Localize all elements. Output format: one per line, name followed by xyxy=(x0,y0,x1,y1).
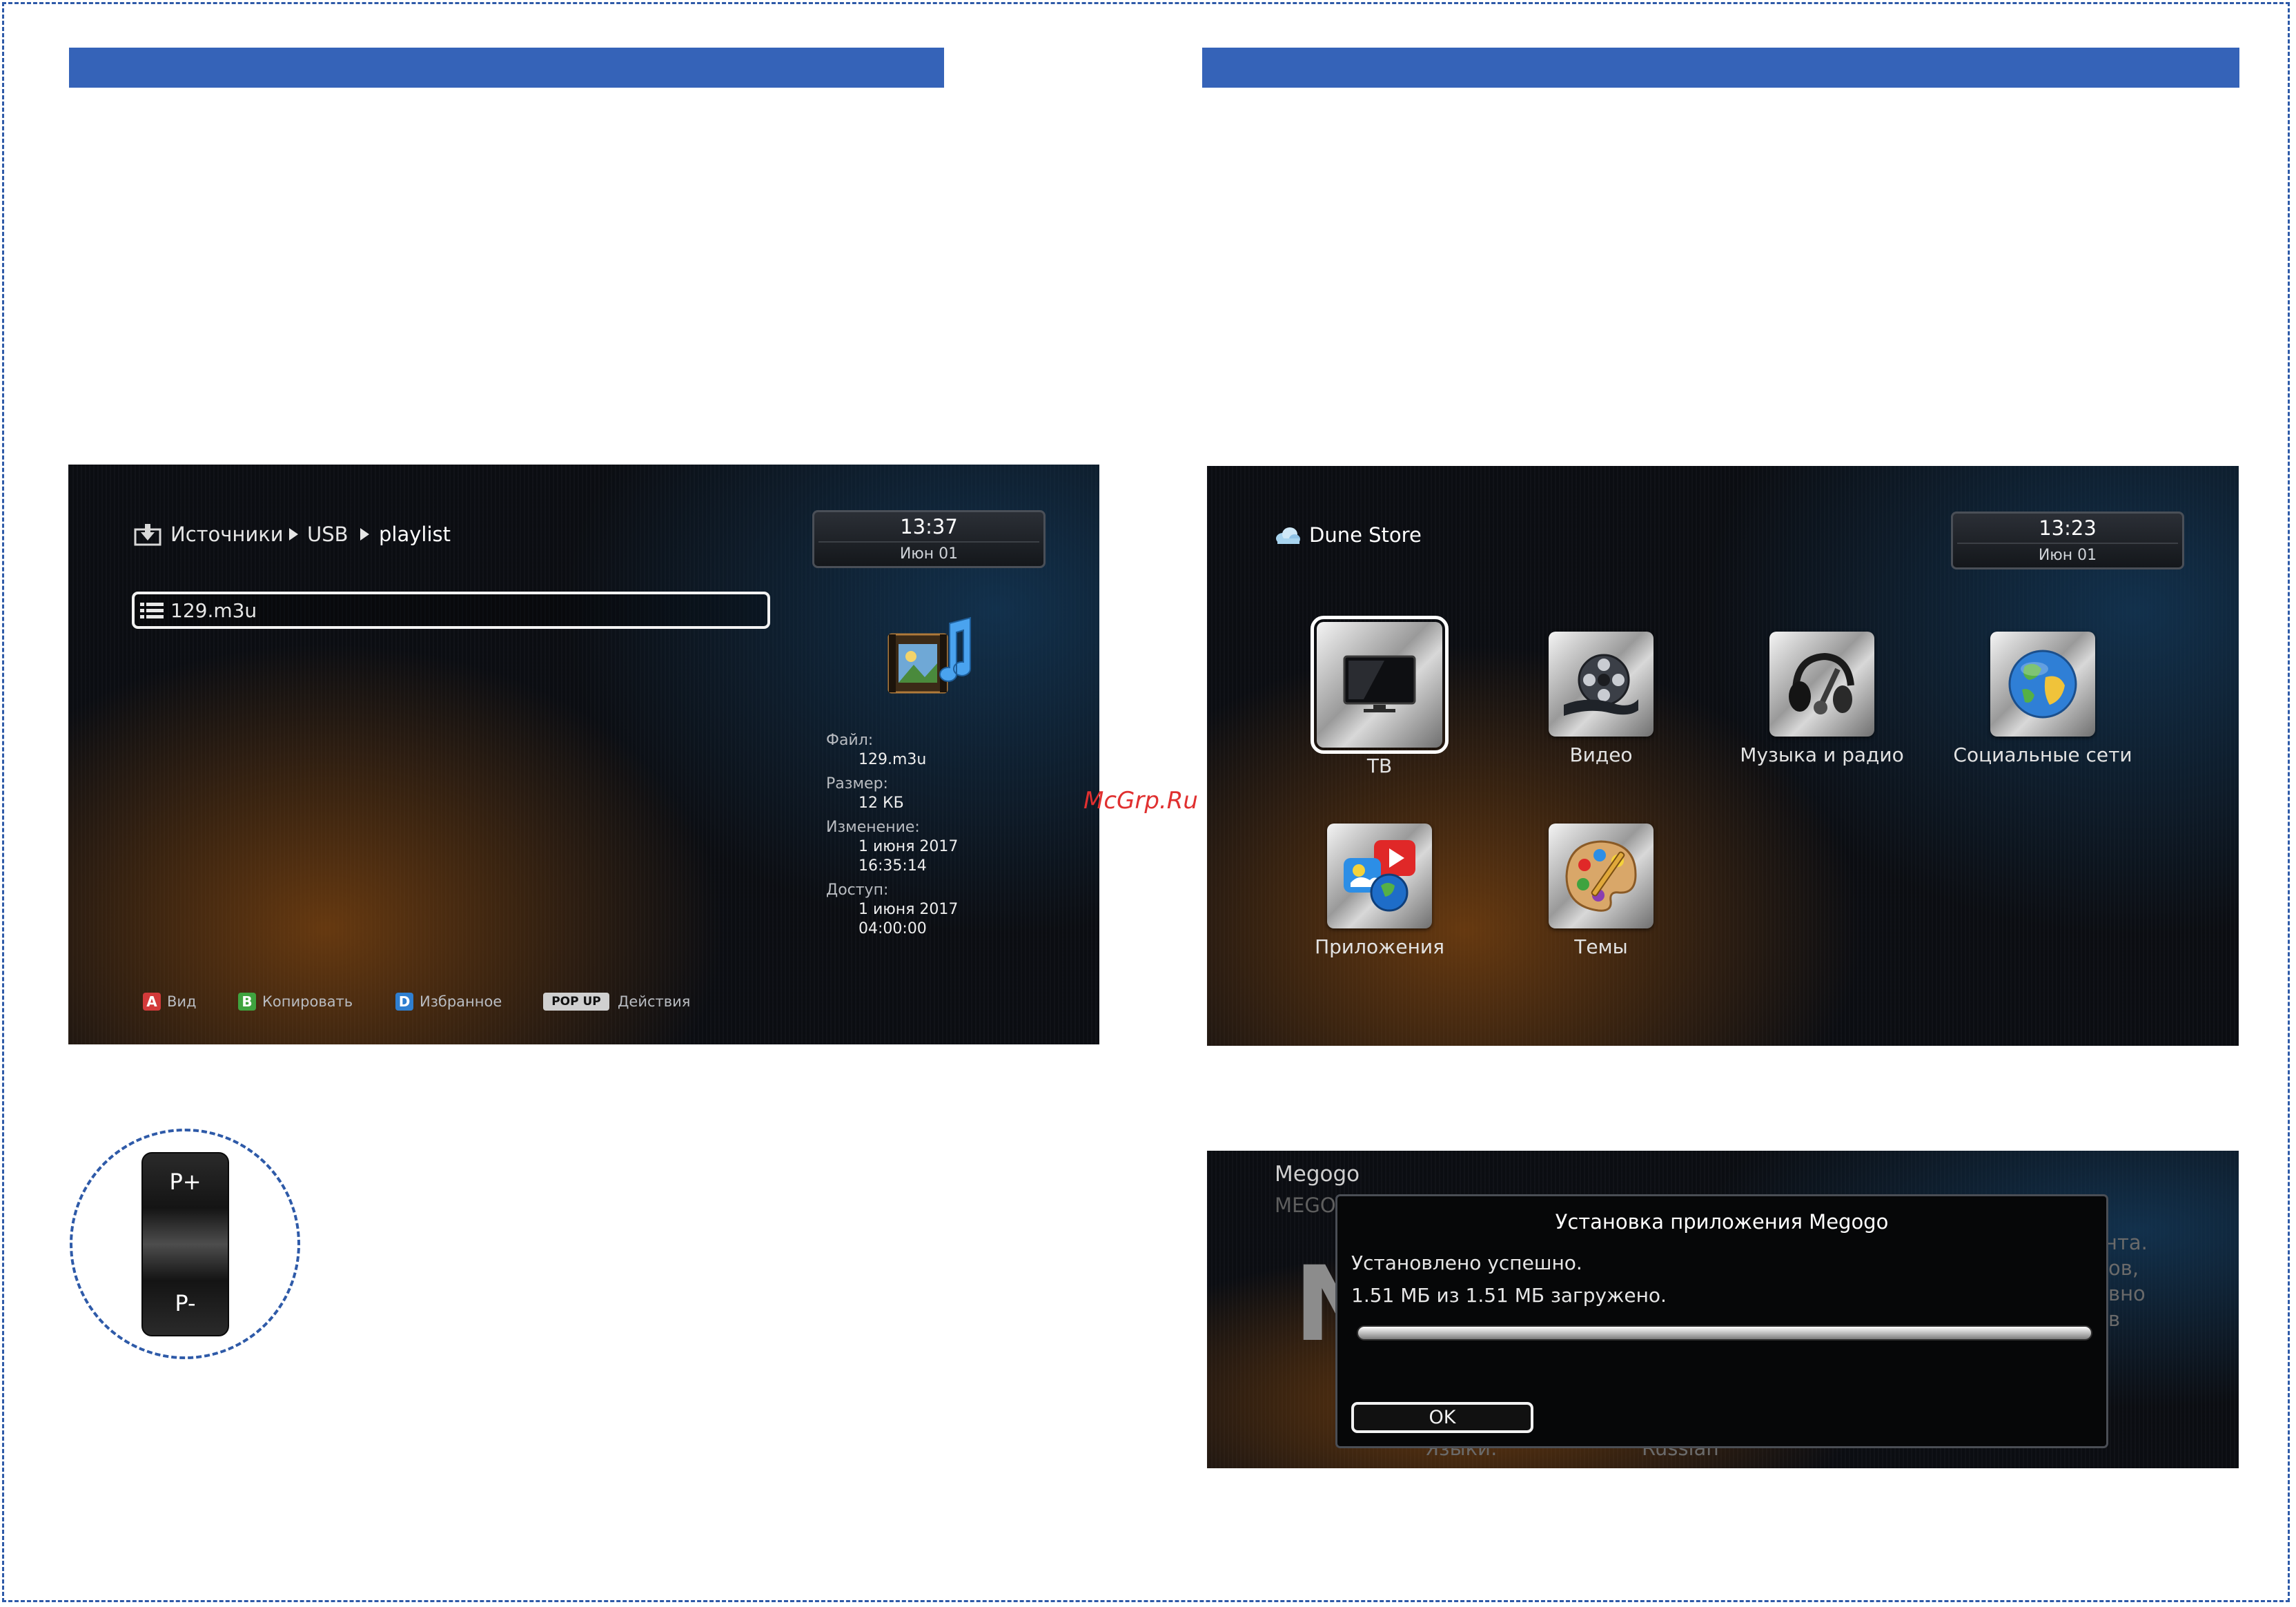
key-b-label[interactable]: Копировать xyxy=(262,993,353,1010)
info-access-time: 04:00:00 xyxy=(858,920,927,937)
key-d-label[interactable]: Избранное xyxy=(420,993,502,1010)
tile-tv[interactable] xyxy=(1311,616,1449,754)
bg-text-fragment: ов, xyxy=(2108,1256,2139,1280)
info-access-date: 1 июня 2017 xyxy=(858,901,959,918)
tile-music-radio-label: Музыка и радио xyxy=(1740,743,1904,766)
file-name: 129.m3u xyxy=(170,599,257,622)
info-modified-date: 1 июня 2017 xyxy=(858,838,959,855)
tile-themes-label: Темы xyxy=(1574,935,1628,958)
dialog-status: Установлено успешно. xyxy=(1351,1251,1582,1274)
key-b-badge: B xyxy=(238,993,256,1011)
headphones-icon xyxy=(1789,652,1854,714)
install-dialog: Установка приложения Megogo Установлено … xyxy=(1335,1194,2108,1448)
dune-store-screen: Dune Store 13:23 Июн 01 ТВ Видео Музыка … xyxy=(1207,466,2239,1046)
tile-tv-label: ТВ xyxy=(1366,754,1393,777)
tile-apps[interactable] xyxy=(1327,824,1432,928)
dune-store-cloud-icon xyxy=(1276,527,1300,544)
key-a-badge: A xyxy=(143,993,161,1011)
remote-channel-rocker: P+ P- xyxy=(141,1152,229,1336)
breadcrumb-item-playlist[interactable]: playlist xyxy=(379,523,451,546)
info-access-label: Доступ: xyxy=(826,882,889,899)
clock-widget: 13:37 Июн 01 xyxy=(812,510,1046,568)
channel-up-button[interactable]: P+ xyxy=(143,1169,228,1195)
install-progress-bar xyxy=(1357,1325,2092,1341)
info-size-label: Размер: xyxy=(826,775,888,792)
key-d-badge: D xyxy=(395,993,413,1011)
tile-social-networks[interactable] xyxy=(1990,632,2095,737)
clock-date: Июн 01 xyxy=(899,545,959,563)
bg-text-fragment: вно xyxy=(2108,1282,2146,1305)
bg-text-fragment: нта. xyxy=(2104,1231,2148,1254)
tile-social-networks-label: Социальные сети xyxy=(1953,743,2132,766)
clock-time: 13:23 xyxy=(2039,516,2097,540)
header-bar-right xyxy=(1202,48,2239,88)
info-modified-time: 16:35:14 xyxy=(858,857,927,875)
tile-video[interactable] xyxy=(1549,632,1654,737)
info-modified-label: Изменение: xyxy=(826,819,920,836)
info-size-value: 12 КБ xyxy=(858,795,904,812)
info-file-label: Файл: xyxy=(826,732,874,749)
clock-time: 13:37 xyxy=(900,515,958,538)
key-popup-badge: POP UP xyxy=(543,993,609,1011)
channel-down-button[interactable]: P- xyxy=(143,1290,228,1316)
tv-icon xyxy=(1343,655,1416,712)
tile-video-label: Видео xyxy=(1569,743,1633,766)
dialog-title: Установка приложения Megogo xyxy=(1555,1210,1889,1234)
store-title: Dune Store xyxy=(1309,523,1422,547)
breadcrumb-item-usb[interactable]: USB xyxy=(307,523,349,546)
clock-divider xyxy=(1957,543,2178,544)
tile-apps-label: Приложения xyxy=(1315,935,1444,958)
clock-divider xyxy=(818,541,1039,543)
app-subtitle: MEGO xyxy=(1275,1194,1336,1217)
palette-icon xyxy=(1565,840,1637,912)
clock-date: Июн 01 xyxy=(2038,547,2097,564)
clock-widget: 13:23 Июн 01 xyxy=(1951,512,2184,569)
apps-icon xyxy=(1344,840,1415,912)
app-name: Megogo xyxy=(1275,1162,1360,1187)
header-bar-left xyxy=(69,48,944,88)
globe-icon xyxy=(2008,650,2077,719)
key-a-label[interactable]: Вид xyxy=(167,993,197,1010)
file-browser-screen: Источники USB playlist 13:37 Июн 01 129.… xyxy=(68,465,1099,1044)
file-list-item-selected[interactable]: 129.m3u xyxy=(132,592,770,629)
breadcrumb-arrow-icon xyxy=(289,528,298,540)
bg-text-fragment: в xyxy=(2108,1307,2121,1331)
media-file-icon xyxy=(887,616,971,694)
dialog-progress-text: 1.51 МБ из 1.51 МБ загружено. xyxy=(1351,1284,1667,1307)
ok-button[interactable]: OK xyxy=(1351,1402,1533,1433)
tile-themes[interactable] xyxy=(1549,824,1654,928)
film-reel-icon xyxy=(1564,654,1638,716)
tile-music-radio[interactable] xyxy=(1769,632,1874,737)
breadcrumb-arrow-icon xyxy=(360,528,369,540)
playlist-icon xyxy=(140,603,164,619)
watermark: McGrp.Ru xyxy=(1083,787,1198,815)
source-download-icon xyxy=(134,524,161,546)
breadcrumb-item-sources[interactable]: Источники xyxy=(170,523,284,546)
key-popup-label[interactable]: Действия xyxy=(618,993,690,1010)
info-file-value: 129.m3u xyxy=(858,751,927,768)
